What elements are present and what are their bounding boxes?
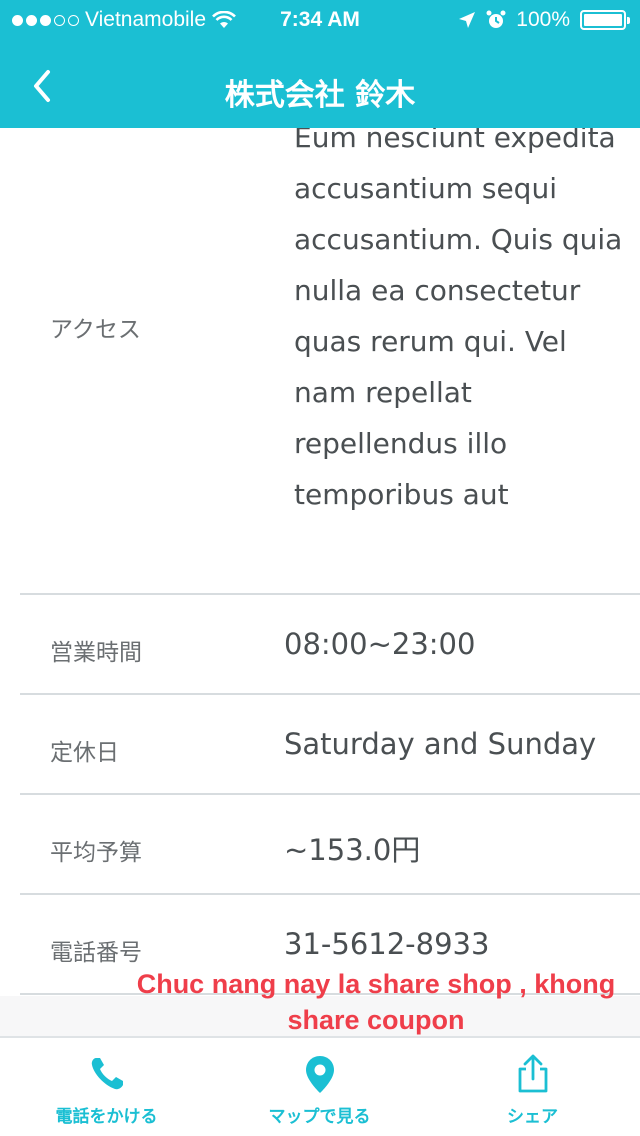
call-label: 電話をかける bbox=[55, 1107, 158, 1127]
annotation-line-1: Chuc nang nay la share shop , khong bbox=[136, 969, 616, 999]
access-label: アクセス bbox=[50, 317, 141, 343]
share-button[interactable]: シェア bbox=[426, 1038, 639, 1136]
budget-label: 平均予算 bbox=[50, 840, 142, 866]
annotation-line-2: share coupon bbox=[287, 1005, 465, 1035]
annotation-note: Chuc nang nay la share shop , khong shar… bbox=[112, 966, 640, 1038]
phone-value[interactable]: 31-5612-8933 bbox=[284, 927, 489, 961]
share-label: シェア bbox=[507, 1107, 558, 1127]
budget-row: 平均予算 ~153.0円 bbox=[0, 795, 640, 893]
status-right: 100% bbox=[458, 8, 630, 32]
shop-detail-content[interactable]: アクセス Eum nesciunt expedita accusantium s… bbox=[0, 128, 640, 996]
business-hours-value: 08:00~23:00 bbox=[284, 627, 476, 661]
page-title: 株式会社 鈴木 bbox=[224, 78, 416, 113]
battery-percent: 100% bbox=[516, 8, 570, 31]
map-button[interactable]: マップで見る bbox=[213, 1038, 426, 1136]
holiday-label: 定休日 bbox=[50, 740, 119, 766]
map-label: マップで見る bbox=[268, 1107, 371, 1127]
budget-value: ~153.0円 bbox=[284, 833, 421, 867]
phone-label: 電話番号 bbox=[50, 940, 142, 966]
share-icon bbox=[518, 1054, 547, 1093]
business-hours-label: 営業時間 bbox=[50, 640, 142, 666]
battery-icon bbox=[580, 10, 630, 30]
phone-icon bbox=[91, 1058, 123, 1090]
map-pin-icon bbox=[305, 1056, 334, 1093]
location-arrow-icon bbox=[459, 12, 476, 28]
top-bar: Vietnamobile 7:34 AM 100% 株式会社 鈴木 bbox=[0, 0, 640, 128]
holiday-row: 定休日 Saturday and Sunday bbox=[0, 695, 640, 793]
bottom-action-bar: 電話をかける マップで見る シェア bbox=[0, 1036, 640, 1136]
access-row: アクセス Eum nesciunt expedita accusantium s… bbox=[0, 128, 640, 594]
call-button[interactable]: 電話をかける bbox=[0, 1038, 213, 1136]
business-hours-row: 営業時間 08:00~23:00 bbox=[0, 595, 640, 693]
holiday-value: Saturday and Sunday bbox=[284, 727, 597, 761]
status-bar: Vietnamobile 7:34 AM 100% bbox=[0, 0, 640, 40]
alarm-icon bbox=[486, 10, 506, 28]
access-text: Eum nesciunt expedita accusantium sequi … bbox=[294, 128, 623, 511]
